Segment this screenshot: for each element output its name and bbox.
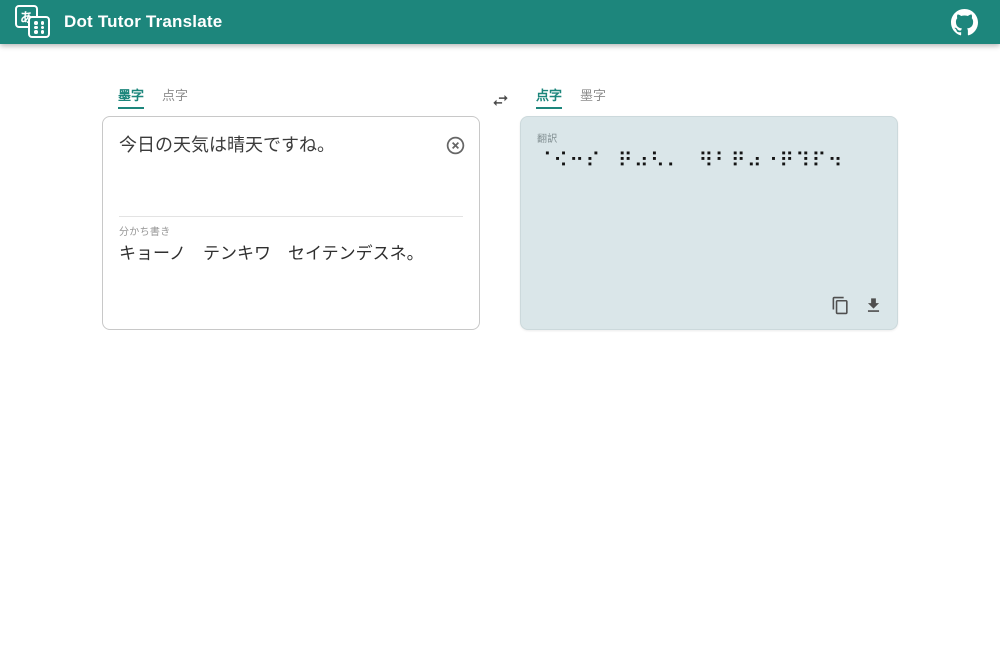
tab-output-sumiji[interactable]: 墨字: [580, 85, 606, 109]
source-card: 今日の天気は晴天ですね。 分かち書き キョーノ テンキワ セイテンデスネ。: [102, 116, 480, 330]
card-divider: [119, 216, 463, 217]
clear-input-button[interactable]: [443, 135, 467, 159]
logo-braille-card: [28, 16, 50, 38]
circled-x-icon: [445, 135, 466, 156]
copy-button[interactable]: [828, 293, 852, 317]
output-card: 翻訳 ⠈⠪⠒⠎⠀⠟⠴⠣⠄⠀⠻⠃⠟⠴⠐⠟⠹⠏⠲: [520, 116, 898, 330]
download-button[interactable]: [861, 293, 885, 317]
braille-output-text: ⠈⠪⠒⠎⠀⠟⠴⠣⠄⠀⠻⠃⠟⠴⠐⠟⠹⠏⠲: [537, 148, 881, 172]
tab-output-tenji[interactable]: 点字: [536, 85, 562, 109]
copy-icon: [831, 296, 850, 315]
wakachigaki-text: キョーノ テンキワ セイテンデスネ。: [119, 242, 463, 266]
swap-languages-button[interactable]: [488, 88, 512, 112]
download-icon: [864, 296, 883, 315]
source-text-input[interactable]: 今日の天気は晴天ですね。: [119, 132, 429, 212]
app-title: Dot Tutor Translate: [64, 12, 222, 32]
app-header: あ Dot Tutor Translate: [0, 0, 1000, 44]
github-icon[interactable]: [950, 8, 978, 36]
swap-arrows-icon: [491, 91, 510, 110]
source-tabs: 墨字 点字: [118, 85, 480, 109]
wakachigaki-label: 分かち書き: [119, 223, 463, 238]
tab-source-tenji[interactable]: 点字: [162, 85, 188, 109]
output-panel: 点字 墨字 翻訳 ⠈⠪⠒⠎⠀⠟⠴⠣⠄⠀⠻⠃⠟⠴⠐⠟⠹⠏⠲: [520, 85, 898, 330]
output-tabs: 点字 墨字: [536, 85, 898, 109]
wakachigaki-section: 分かち書き キョーノ テンキワ セイテンデスネ。: [119, 223, 463, 266]
translate-workspace: 墨字 点字 今日の天気は晴天ですね。 分かち書き キョーノ テンキワ セイテンデ…: [102, 85, 898, 330]
tab-source-sumiji[interactable]: 墨字: [118, 85, 144, 109]
translation-label: 翻訳: [537, 130, 881, 145]
output-actions: [828, 293, 885, 317]
source-panel: 墨字 点字 今日の天気は晴天ですね。 分かち書き キョーノ テンキワ セイテンデ…: [102, 85, 480, 330]
app-logo-icon: あ: [14, 3, 54, 41]
swap-column: [480, 85, 520, 112]
